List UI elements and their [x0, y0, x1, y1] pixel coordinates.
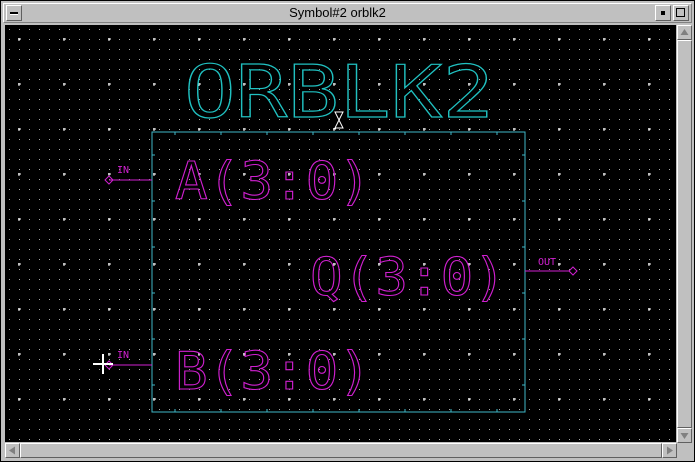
scroll-left-button[interactable] — [5, 443, 20, 458]
arrow-down-icon — [680, 433, 689, 439]
title-bar[interactable]: Symbol#2 orblk2 — [3, 3, 692, 23]
window-menu-button[interactable] — [6, 5, 22, 21]
horizontal-scroll-thumb[interactable] — [20, 443, 662, 458]
vertical-scrollbar[interactable] — [677, 25, 692, 443]
window-title: Symbol#2 orblk2 — [289, 5, 386, 20]
pin-q-type: OUT — [538, 257, 556, 268]
pin-a-label[interactable]: A(3:0) — [174, 151, 371, 212]
symbol-name-label[interactable]: ORBLK2 — [183, 49, 494, 134]
pin-q-label[interactable]: Q(3:0) — [309, 247, 506, 308]
pin-b[interactable]: IN B(3:0) — [104, 341, 372, 403]
scroll-up-button[interactable] — [677, 25, 692, 40]
arrow-right-icon — [667, 446, 673, 455]
window-menu-icon — [10, 12, 18, 14]
scroll-right-button[interactable] — [662, 443, 677, 458]
pin-q-connector-icon[interactable] — [568, 266, 578, 276]
canvas-drawing[interactable]: ORBLK2 IN A(3:0) IN B(3:0) OUT Q(3:0) — [5, 25, 676, 442]
pin-q[interactable]: OUT Q(3:0) — [309, 247, 578, 309]
minimize-button[interactable] — [655, 5, 671, 21]
vertical-scroll-thumb[interactable] — [677, 40, 692, 428]
scrollbar-corner — [677, 443, 692, 458]
pin-a-type: IN — [117, 165, 129, 176]
pin-b-label[interactable]: B(3:0) — [174, 341, 371, 402]
symbol-editor-window: Symbol#2 orblk2 ORBLK2 IN A(3:0) IN B(3:… — [0, 0, 695, 462]
arrow-up-icon — [680, 29, 689, 35]
scroll-down-button[interactable] — [677, 428, 692, 443]
pin-a[interactable]: IN A(3:0) — [104, 151, 372, 213]
crosshair-cursor-icon — [93, 354, 113, 374]
minimize-icon — [661, 11, 665, 15]
horizontal-scrollbar[interactable] — [5, 443, 677, 458]
maximize-button[interactable] — [673, 5, 689, 21]
maximize-icon — [676, 8, 685, 17]
arrow-left-icon — [9, 446, 15, 455]
pin-b-type: IN — [117, 350, 129, 361]
schematic-canvas[interactable]: ORBLK2 IN A(3:0) IN B(3:0) OUT Q(3:0) — [5, 25, 676, 442]
